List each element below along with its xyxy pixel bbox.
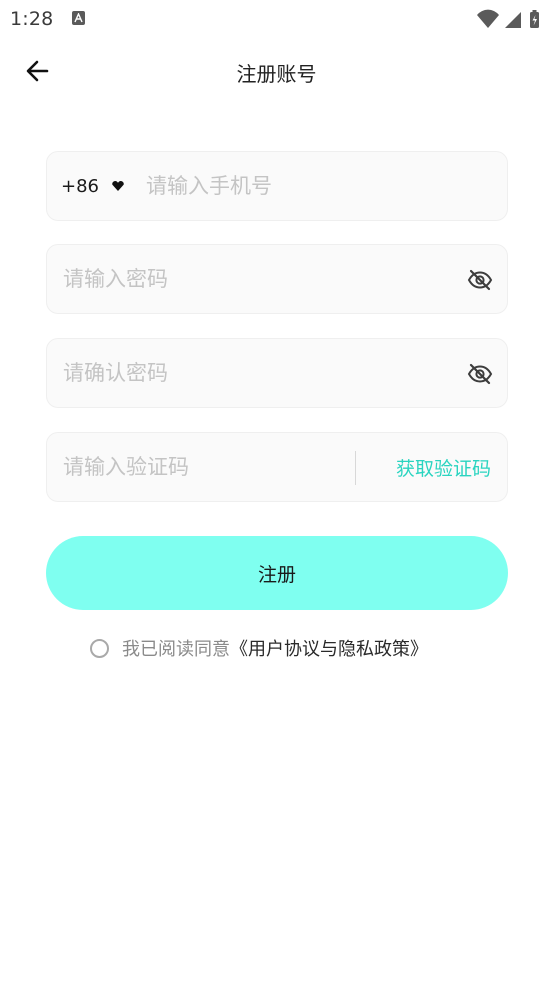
status-icons [475,9,545,29]
confirm-password-input[interactable] [63,339,453,407]
verification-code-input[interactable] [63,433,343,501]
agreement-link[interactable]: 《用户协议与隐私政策》 [230,635,428,661]
page-title: 注册账号 [236,62,317,86]
eye-off-icon [467,363,493,385]
eye-off-icon [467,269,493,291]
password-input[interactable] [63,245,453,313]
phone-field: +86 [46,151,508,221]
password-visibility-toggle[interactable] [467,267,493,293]
notification-app-icon [72,11,85,25]
country-code: +86 [61,175,99,197]
verification-code-field: 获取验证码 [46,432,508,502]
phone-input[interactable] [146,152,486,220]
agree-checkbox[interactable] [90,638,109,658]
register-button[interactable]: 注册 [46,536,508,610]
agreement-row: 我已阅读同意 《用户协议与隐私政策》 [90,635,428,661]
confirm-password-visibility-toggle[interactable] [467,361,493,387]
caret-down-icon [111,177,125,196]
app-header: 注册账号 [0,44,553,100]
wifi-icon [477,9,499,29]
battery-icon [530,10,539,28]
divider [355,451,356,485]
password-field [46,244,508,314]
agreement-prefix: 我已阅读同意 [122,639,230,660]
country-code-selector[interactable]: +86 [61,152,125,220]
status-time: 1:28 [10,8,54,30]
confirm-password-field [46,338,508,408]
status-bar: 1:28 [0,0,553,40]
signal-icon [505,12,521,28]
get-code-button[interactable]: 获取验证码 [396,433,491,501]
